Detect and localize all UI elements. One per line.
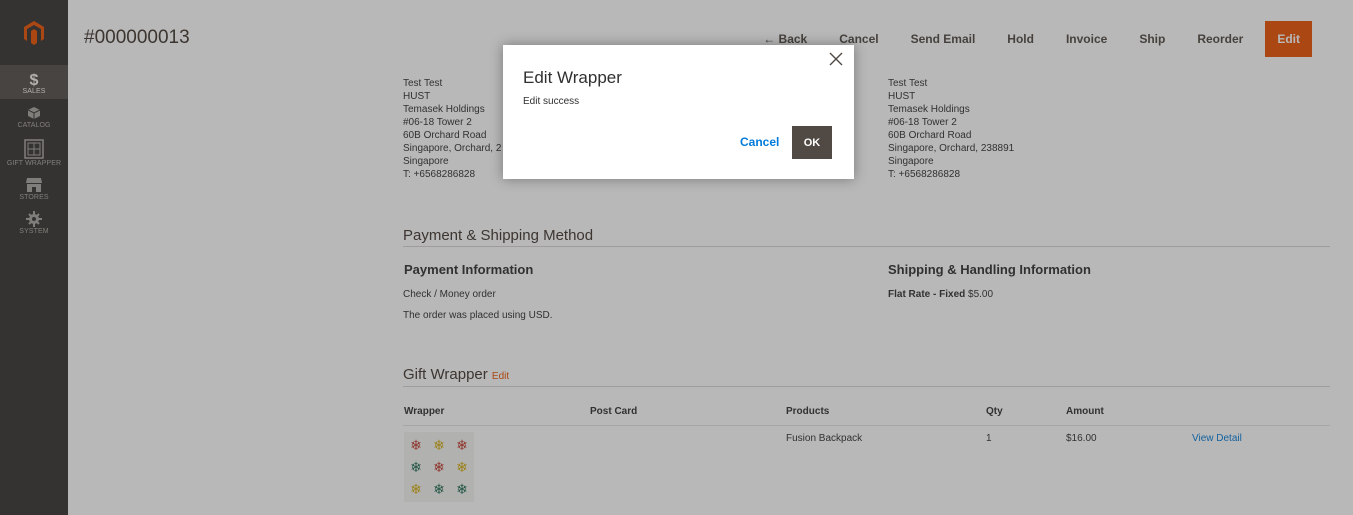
modal-title: Edit Wrapper	[523, 68, 622, 87]
close-icon[interactable]	[826, 49, 846, 69]
modal-ok-button[interactable]: OK	[792, 126, 832, 159]
edit-wrapper-modal: Edit Wrapper Edit success Cancel OK	[503, 45, 854, 179]
modal-message: Edit success	[523, 96, 580, 107]
modal-cancel-button[interactable]: Cancel	[740, 135, 779, 149]
